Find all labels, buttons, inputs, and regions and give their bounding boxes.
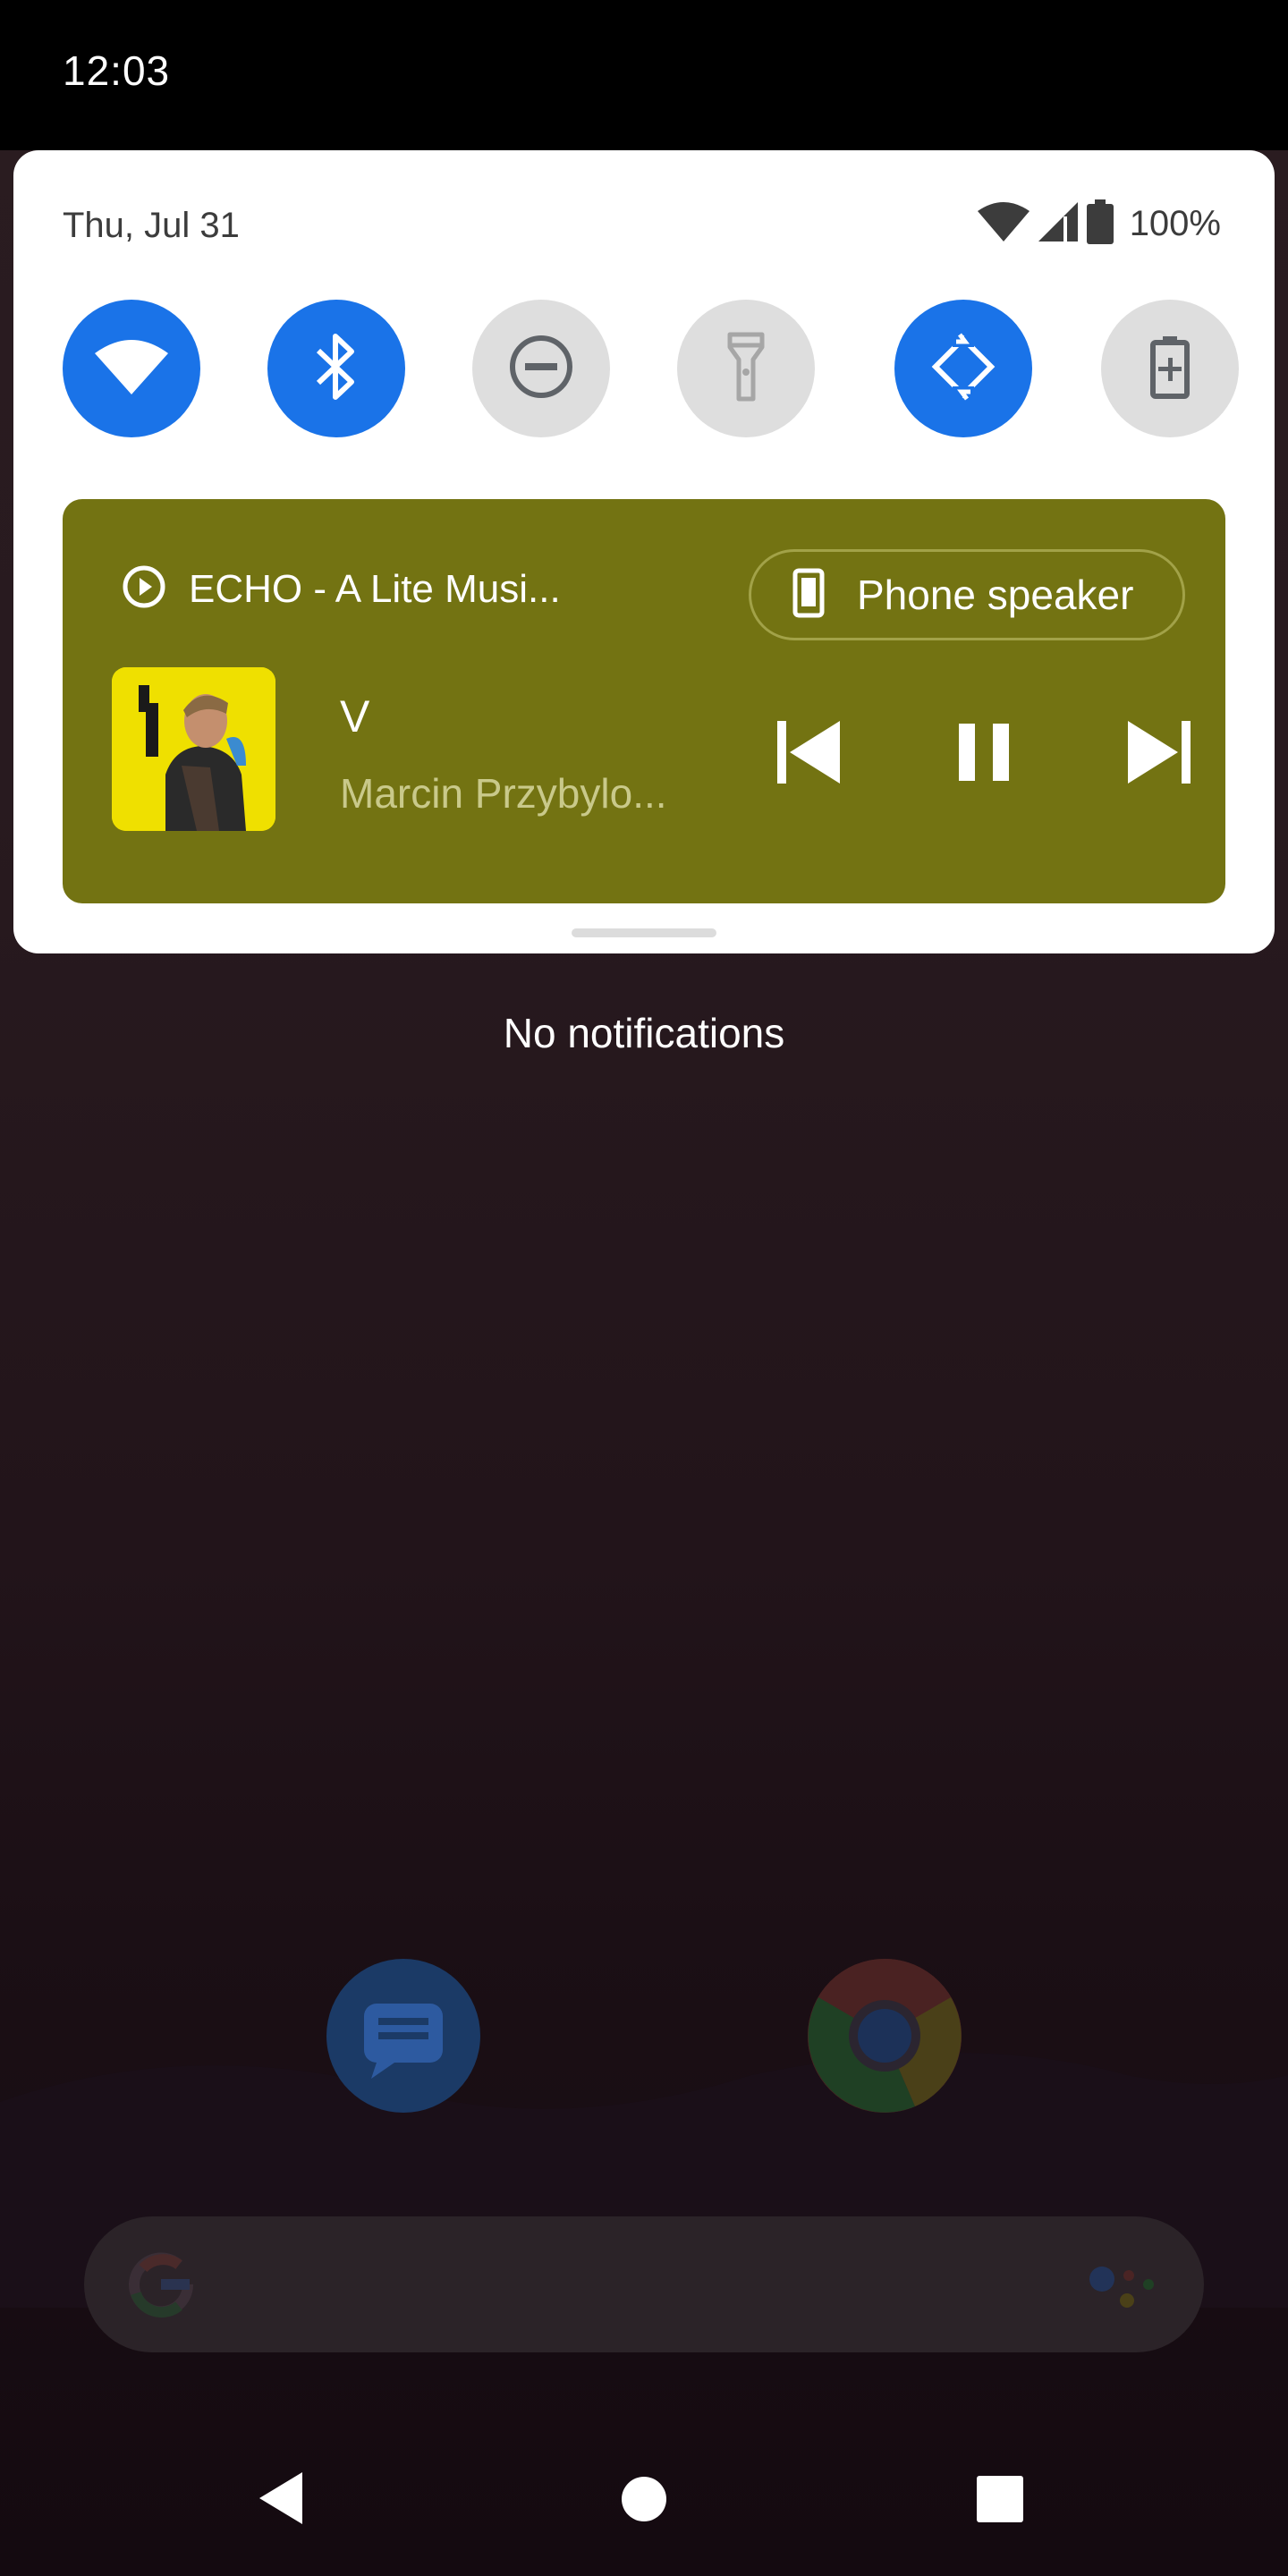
track-artist: Marcin Przybylo... <box>340 770 667 817</box>
output-device-label: Phone speaker <box>857 572 1134 618</box>
quick-settings-tiles <box>63 300 1239 437</box>
output-device-chip[interactable]: Phone speaker <box>749 549 1185 640</box>
cell-signal-icon <box>1038 201 1078 246</box>
tile-flashlight[interactable] <box>677 300 815 437</box>
quick-settings-panel: Thu, Jul 31 100% ECHO - A Lite Musi... P… <box>13 150 1275 953</box>
status-time: 12:03 <box>63 47 171 94</box>
battery-icon <box>1086 199 1114 249</box>
no-notifications-text: No notifications <box>503 1010 785 1056</box>
auto-rotate-icon <box>926 329 1001 409</box>
status-bar: 12:03 <box>0 0 1288 150</box>
flashlight-icon <box>726 331 766 407</box>
recents-button[interactable] <box>976 2475 1024 2528</box>
bluetooth-icon <box>314 333 359 405</box>
play-circle-icon <box>121 564 167 614</box>
next-button[interactable] <box>1118 714 1199 794</box>
media-player-card[interactable]: ECHO - A Lite Musi... Phone speaker V Ma… <box>63 499 1225 903</box>
back-button[interactable] <box>258 2470 306 2530</box>
tile-do-not-disturb[interactable] <box>472 300 610 437</box>
google-logo-icon <box>125 2249 197 2325</box>
wifi-icon <box>95 339 168 399</box>
assistant-icon[interactable] <box>1088 2261 1159 2319</box>
wifi-signal-icon <box>977 201 1030 246</box>
phone-icon <box>792 568 825 623</box>
google-search-bar[interactable] <box>84 2216 1204 2352</box>
tile-auto-rotate[interactable] <box>894 300 1032 437</box>
battery-percent: 100% <box>1129 203 1221 243</box>
tile-wifi[interactable] <box>63 300 200 437</box>
skip-next-icon <box>1123 719 1194 790</box>
navigation-bar <box>0 2415 1288 2576</box>
pause-button[interactable] <box>944 714 1024 794</box>
skip-previous-icon <box>774 719 845 790</box>
previous-button[interactable] <box>769 714 850 794</box>
qs-date[interactable]: Thu, Jul 31 <box>63 206 240 246</box>
battery-saver-icon <box>1150 335 1190 403</box>
track-title: V <box>340 691 370 741</box>
album-art <box>112 667 275 831</box>
messages-app-icon[interactable] <box>326 1959 480 2113</box>
panel-drag-handle[interactable] <box>572 928 716 937</box>
tile-bluetooth[interactable] <box>267 300 405 437</box>
chrome-app-icon[interactable] <box>808 1959 962 2113</box>
home-button[interactable] <box>621 2476 667 2527</box>
pause-icon <box>957 722 1011 787</box>
media-app-header: ECHO - A Lite Musi... <box>121 564 561 614</box>
tile-battery-saver[interactable] <box>1101 300 1239 437</box>
do-not-disturb-icon <box>507 333 575 405</box>
qs-status-icons: 100% <box>977 199 1221 249</box>
media-app-name: ECHO - A Lite Musi... <box>189 566 561 611</box>
